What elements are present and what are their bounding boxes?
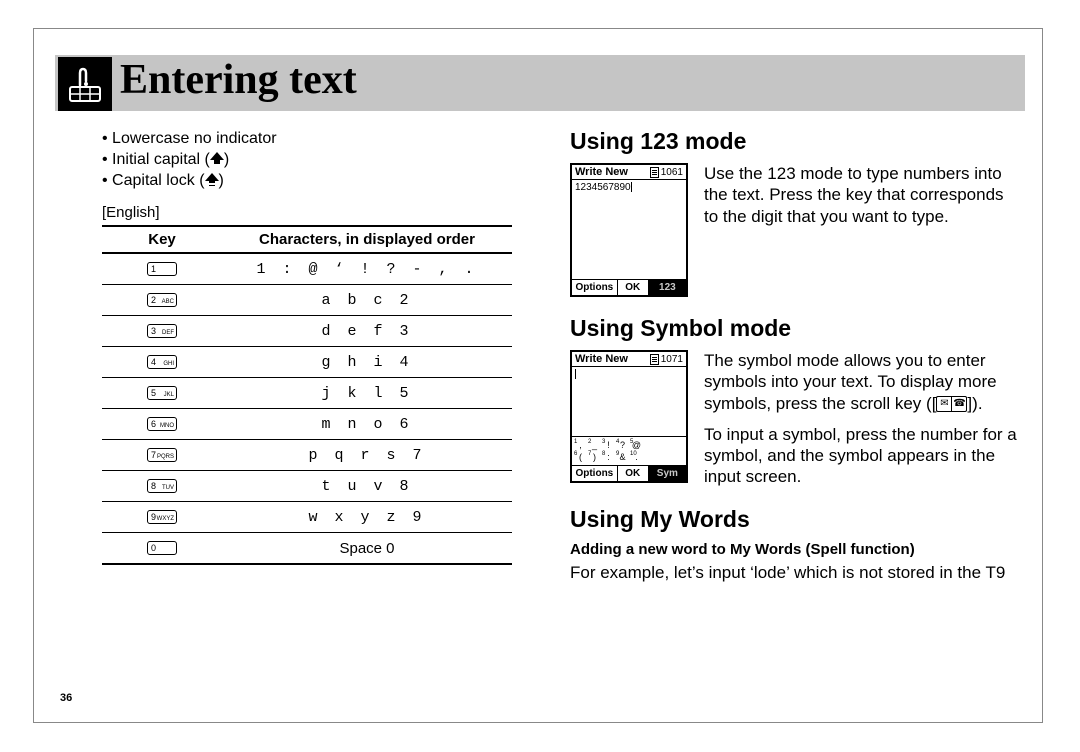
indicator-list: Lowercase no indicator Initial capital (…	[102, 130, 522, 190]
text-my-words: For example, let’s input ‘lode’ which is…	[570, 562, 1020, 583]
bullet-capital-lock: Capital lock (	[112, 172, 204, 189]
text-sym-2: To input a symbol, press the number for …	[704, 425, 1017, 487]
symbol-cell: 6(	[575, 451, 586, 463]
key-table: Key Characters, in displayed order 1 1 : …	[102, 225, 512, 565]
symbol-cell: 7)	[589, 451, 600, 463]
bullet-initial-cap: Initial capital (	[112, 151, 210, 168]
table-row: 8TUV t u v 8	[102, 471, 512, 502]
table-row: 3DEF d e f 3	[102, 316, 512, 347]
page-title: Entering text	[120, 56, 357, 104]
sub-my-words: Adding a new word to My Words (Spell fun…	[570, 541, 1020, 558]
table-chars: m n o 6	[222, 416, 512, 433]
table-row: 4GHI g h i 4	[102, 347, 512, 378]
keycap-2: 2ABC	[147, 293, 177, 307]
phone-sym-counter: 1071	[661, 354, 683, 365]
text-sym-1b: ).	[972, 394, 982, 413]
keycap-4: 4GHI	[147, 355, 177, 369]
doc-icon	[650, 167, 659, 178]
cursor-icon	[631, 182, 632, 192]
heading-123-mode: Using 123 mode	[570, 128, 1020, 155]
table-row: 0 Space 0	[102, 533, 512, 565]
capital-lock-icon	[205, 173, 219, 187]
left-column: Lowercase no indicator Initial capital (…	[102, 130, 522, 565]
bullet-close-1: )	[224, 151, 229, 168]
table-chars: j k l 5	[222, 385, 512, 402]
phone-123-body: 1234567890	[575, 182, 631, 193]
table-chars: a b c 2	[222, 292, 512, 309]
table-chars: p q r s 7	[222, 447, 512, 464]
table-chars: w x y z 9	[222, 509, 512, 526]
phone-123-counter: 1061	[661, 167, 683, 178]
right-column: Using 123 mode Write New 1061 1234567890…	[570, 128, 1020, 583]
phone-sym-grid: 1,2_3!4?5@6(7)8:9&10.	[572, 436, 686, 465]
language-label: [English]	[102, 204, 522, 221]
table-row: 9WXYZ w x y z 9	[102, 502, 512, 533]
phone-123-options: Options	[572, 280, 617, 295]
phone-sym-options: Options	[572, 466, 617, 481]
phone-123-title: Write New	[575, 166, 628, 178]
keycap-5: 5JKL	[147, 386, 177, 400]
phone-sym-mode: Sym	[649, 466, 686, 481]
heading-my-words: Using My Words	[570, 506, 1020, 533]
phone-123-mode: 123	[649, 280, 686, 295]
keycap-7: 7PQRS	[147, 448, 177, 462]
phone-123: Write New 1061 1234567890 Options OK 123	[570, 163, 688, 297]
text-123-mode: Use the 123 mode to type numbers into th…	[704, 163, 1020, 227]
table-head-key: Key	[102, 231, 222, 248]
table-row: 2ABC a b c 2	[102, 285, 512, 316]
table-row: 6MNO m n o 6	[102, 409, 512, 440]
table-row: 5JKL j k l 5	[102, 378, 512, 409]
keycap-3: 3DEF	[147, 324, 177, 338]
symbol-cell: 8:	[603, 451, 614, 463]
text-symbol-mode: The symbol mode allows you to enter symb…	[704, 350, 1020, 488]
symbol-cell: 10.	[631, 451, 642, 463]
page-number: 36	[60, 692, 72, 704]
phone-123-ok: OK	[617, 280, 649, 295]
phone-sym-title: Write New	[575, 353, 628, 365]
keycap-9: 9WXYZ	[147, 510, 177, 524]
keycap-8: 8TUV	[147, 479, 177, 493]
keycap-6: 6MNO	[147, 417, 177, 431]
phone-sym-ok: OK	[617, 466, 649, 481]
table-row: 1 1 : @ ‘ ! ? - , .	[102, 254, 512, 285]
table-chars: d e f 3	[222, 323, 512, 340]
bullet-lowercase: Lowercase no indicator	[112, 130, 277, 147]
bullet-close-2: )	[219, 172, 224, 189]
keycap-1: 1	[147, 262, 177, 276]
heading-symbol-mode: Using Symbol mode	[570, 315, 1020, 342]
table-chars: Space 0	[222, 540, 512, 557]
title-icon	[58, 57, 112, 111]
table-chars: t u v 8	[222, 478, 512, 495]
table-chars: 1 : @ ‘ ! ? - , .	[222, 261, 512, 278]
phone-sym: Write New 1071 1,2_3!4?5@6(7)8:9&10. Opt…	[570, 350, 688, 483]
initial-cap-icon	[210, 152, 224, 166]
table-row: 7PQRS p q r s 7	[102, 440, 512, 471]
symbol-cell: 9&	[617, 451, 628, 463]
doc-icon	[650, 354, 659, 365]
keycap-0: 0	[147, 541, 177, 555]
cursor-icon	[575, 369, 576, 379]
scroll-key-icon: ✉☎	[936, 396, 967, 412]
table-head-chars: Characters, in displayed order	[222, 231, 512, 248]
table-chars: g h i 4	[222, 354, 512, 371]
